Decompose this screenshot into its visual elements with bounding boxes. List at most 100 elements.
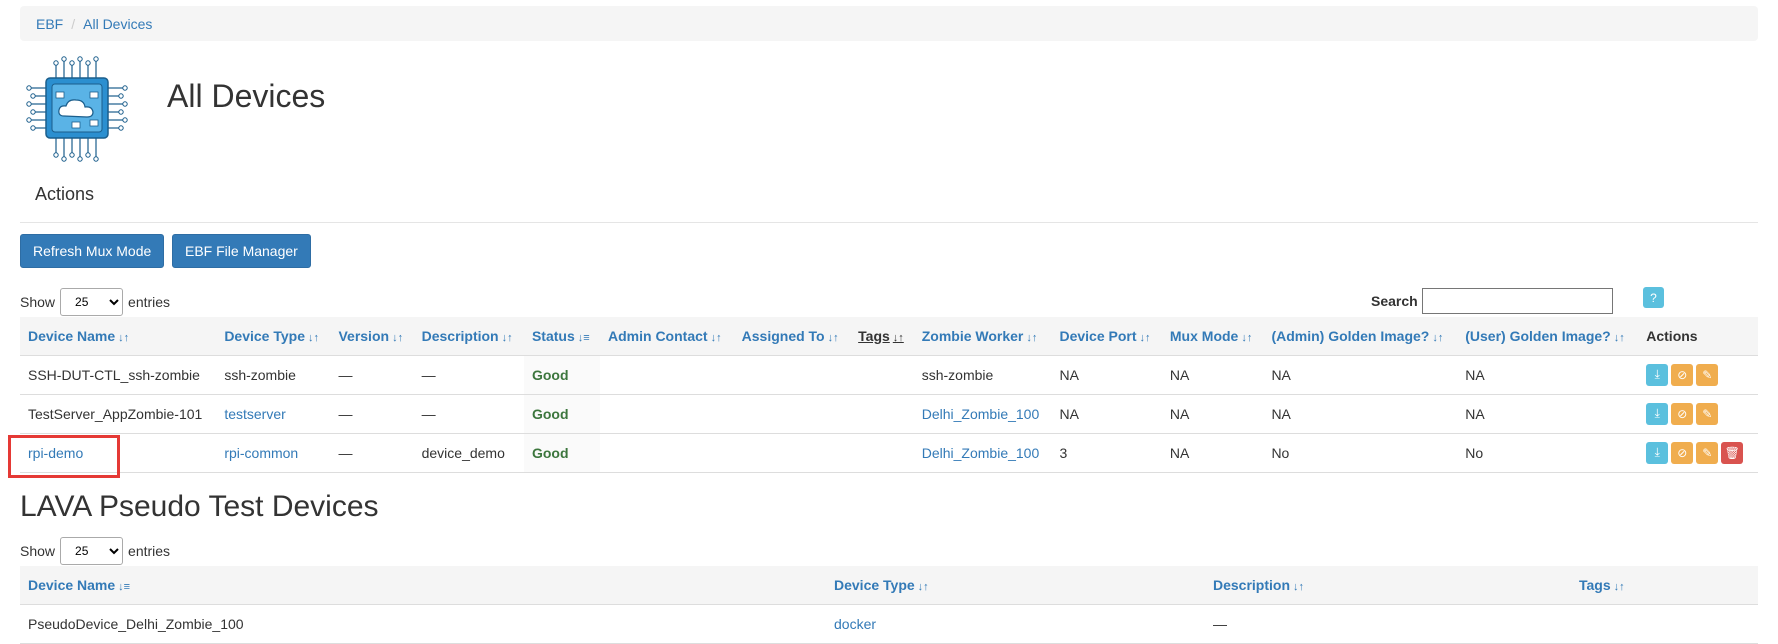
breadcrumb-all-devices-link[interactable]: All Devices [83, 16, 152, 32]
devices-table-header: Device Name ↓↑ Device Type ↓↑ Version ↓↑ De… [20, 317, 1758, 356]
status-cell: Good [523, 355, 600, 395]
pseudo-length-control: Show 25 entries [20, 537, 170, 565]
device-type-link[interactable]: testserver [216, 394, 331, 434]
device-type-link[interactable]: rpi-common [216, 433, 331, 473]
col-assigned-to[interactable]: Assigned To ↓↑ [733, 317, 851, 356]
col-device-port[interactable]: Device Port ↓↑ [1051, 317, 1162, 356]
search-label: Search [1371, 293, 1418, 309]
wrench-icon[interactable]: ✎ [1696, 441, 1719, 464]
table-row: SSH-DUT-CTL_ssh-zombie ssh-zombie — — Go… [20, 355, 1758, 395]
assigned-to-cell [733, 394, 851, 434]
admin-contact-cell [600, 394, 734, 434]
table-row: PseudoDevice_Delhi_Zombie_100 docker — [20, 604, 1758, 644]
admin-golden-cell: NA [1263, 394, 1458, 434]
divider [20, 222, 1758, 223]
tags-cell [850, 394, 914, 434]
mux-mode-cell: NA [1161, 394, 1264, 434]
version-cell: — [330, 355, 414, 395]
search-input[interactable] [1421, 288, 1613, 314]
table-row: TestServer_AppZombie-101 testserver — — … [20, 394, 1758, 434]
tags-cell [1571, 604, 1758, 644]
devices-page-size-select[interactable]: 25 [60, 288, 124, 316]
tags-cell [850, 433, 914, 473]
col-device-name[interactable]: Device Name ↓↑ [20, 317, 217, 356]
col-zombie-worker[interactable]: Zombie Worker ↓↑ [913, 317, 1052, 356]
col-description[interactable]: Description ↓↑ [1205, 566, 1571, 605]
assigned-to-cell [733, 433, 851, 473]
actions-cell: ⤓ ⊘ ✎ [1638, 394, 1758, 434]
breadcrumb-separator: / [71, 15, 76, 32]
download-icon[interactable]: ⤓ [1646, 363, 1669, 386]
pseudo-devices-title: LAVA Pseudo Test Devices [20, 490, 379, 523]
device-port-cell: NA [1051, 394, 1162, 434]
breadcrumb: EBF / All Devices [20, 6, 1758, 41]
col-admin-golden-image[interactable]: (Admin) Golden Image? ↓↑ [1263, 317, 1458, 356]
actions-cell: ⤓ ⊘ ✎ [1638, 355, 1758, 395]
device-port-cell: NA [1051, 355, 1162, 395]
show-label: Show [20, 294, 56, 310]
page-title: All Devices [167, 78, 326, 114]
zombie-worker-cell: ssh-zombie [913, 355, 1052, 395]
description-cell: device_demo [413, 433, 524, 473]
device-port-cell: 3 [1051, 433, 1162, 473]
col-device-type[interactable]: Device Type ↓↑ [826, 566, 1205, 605]
col-device-name[interactable]: Device Name ↓≡ [20, 566, 826, 605]
device-type-link[interactable]: docker [826, 604, 1205, 644]
col-user-golden-image[interactable]: (User) Golden Image? ↓↑ [1457, 317, 1639, 356]
status-cell: Good [523, 433, 600, 473]
device-name-cell: PseudoDevice_Delhi_Zombie_100 [20, 604, 826, 644]
devices-length-control: Show 25 entries [20, 288, 170, 316]
show-label: Show [20, 543, 56, 559]
mux-mode-cell: NA [1161, 433, 1264, 473]
trash-icon[interactable]: 🗑 [1721, 441, 1744, 464]
col-tags[interactable]: Tags ↓↑ [850, 317, 914, 356]
description-cell: — [413, 394, 524, 434]
admin-golden-cell: NA [1263, 355, 1458, 395]
pseudo-page-size-select[interactable]: 25 [60, 537, 124, 565]
col-description[interactable]: Description ↓↑ [413, 317, 524, 356]
chip-cloud-logo-icon [26, 56, 128, 162]
assigned-to-cell [733, 355, 851, 395]
refresh-mux-mode-button[interactable]: Refresh Mux Mode [20, 234, 165, 268]
admin-contact-cell [600, 433, 734, 473]
user-golden-cell: NA [1457, 355, 1639, 395]
mux-mode-cell: NA [1161, 355, 1264, 395]
zombie-worker-link[interactable]: Delhi_Zombie_100 [913, 394, 1052, 434]
user-golden-cell: No [1457, 433, 1639, 473]
user-golden-cell: NA [1457, 394, 1639, 434]
version-cell: — [330, 394, 414, 434]
col-actions: Actions [1638, 317, 1758, 356]
wrench-icon[interactable]: ✎ [1696, 402, 1719, 425]
device-name-cell: SSH-DUT-CTL_ssh-zombie [20, 355, 217, 395]
devices-search: Search [1371, 288, 1613, 314]
col-version[interactable]: Version ↓↑ [330, 317, 414, 356]
col-admin-contact[interactable]: Admin Contact ↓↑ [600, 317, 734, 356]
entries-label: entries [128, 543, 171, 559]
admin-golden-cell: No [1263, 433, 1458, 473]
disable-icon[interactable]: ⊘ [1671, 402, 1694, 425]
col-mux-mode[interactable]: Mux Mode ↓↑ [1161, 317, 1264, 356]
col-status[interactable]: Status ↓≡ [523, 317, 600, 356]
help-button[interactable]: ? [1643, 287, 1664, 308]
disable-icon[interactable]: ⊘ [1671, 441, 1694, 464]
device-name-link[interactable]: rpi-demo [20, 433, 217, 473]
zombie-worker-link[interactable]: Delhi_Zombie_100 [913, 433, 1052, 473]
ebf-file-manager-button[interactable]: EBF File Manager [172, 234, 311, 268]
status-cell: Good [523, 394, 600, 434]
device-name-cell: TestServer_AppZombie-101 [20, 394, 217, 434]
download-icon[interactable]: ⤓ [1646, 441, 1669, 464]
col-device-type[interactable]: Device Type ↓↑ [216, 317, 331, 356]
admin-contact-cell [600, 355, 734, 395]
wrench-icon[interactable]: ✎ [1696, 363, 1719, 386]
device-type-cell: ssh-zombie [216, 355, 331, 395]
download-icon[interactable]: ⤓ [1646, 402, 1669, 425]
tags-cell [850, 355, 914, 395]
version-cell: — [330, 433, 414, 473]
actions-heading: Actions [35, 184, 95, 204]
devices-table: Device Name ↓↑ Device Type ↓↑ Version ↓↑ De… [20, 317, 1758, 473]
col-tags[interactable]: Tags ↓↑ [1571, 566, 1758, 605]
disable-icon[interactable]: ⊘ [1671, 363, 1694, 386]
breadcrumb-ebf-link[interactable]: EBF [36, 16, 63, 32]
description-cell: — [1205, 604, 1571, 644]
actions-cell: ⤓ ⊘ ✎ 🗑 [1638, 433, 1758, 473]
